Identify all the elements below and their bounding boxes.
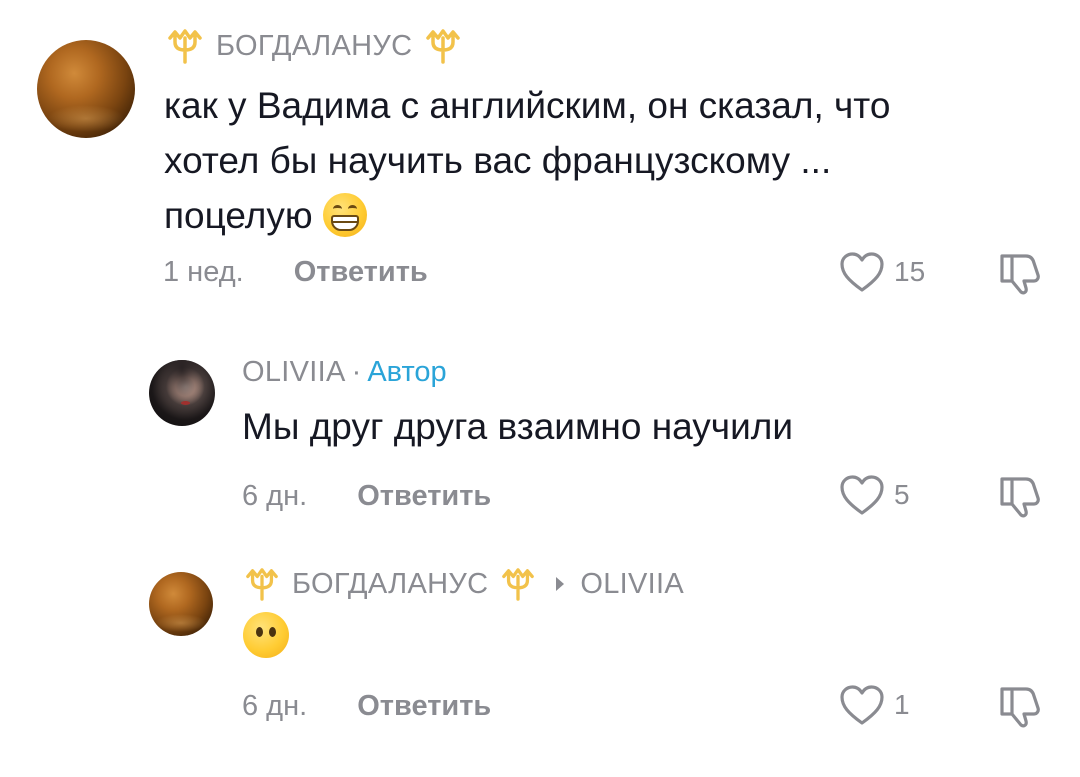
reply-item: OLIVIIA · Автор Мы друг друга взаимно на… bbox=[0, 330, 1080, 550]
trident-icon bbox=[500, 567, 536, 601]
comment-text-line: поцелую bbox=[164, 188, 1044, 243]
reply-button[interactable]: Ответить bbox=[357, 480, 491, 512]
reply-item: БОГДАЛАНУС OLIVIIA 6 дн. Ответить 1 bbox=[0, 550, 1080, 777]
heart-icon bbox=[838, 250, 886, 294]
comment-text-line: Мы друг друга взаимно научили bbox=[242, 406, 793, 447]
reply-button[interactable]: Ответить bbox=[357, 690, 491, 722]
trident-icon bbox=[166, 28, 204, 64]
trident-icon bbox=[244, 567, 280, 601]
reply-to-name[interactable]: OLIVIIA bbox=[580, 568, 684, 601]
comment-text-line: хотел бы научить вас французскому ... bbox=[164, 140, 832, 181]
avatar[interactable] bbox=[37, 40, 135, 138]
like-count: 1 bbox=[894, 689, 910, 720]
dislike-button[interactable] bbox=[996, 473, 1044, 519]
comment-text-fragment: поцелую bbox=[164, 195, 313, 236]
comment-author-name[interactable]: БОГДАЛАНУС bbox=[216, 30, 412, 63]
heart-icon bbox=[838, 473, 886, 517]
like-button[interactable]: 5 bbox=[838, 473, 910, 517]
thumbs-down-icon bbox=[996, 683, 1044, 729]
comment-author-row: БОГДАЛАНУС OLIVIIA bbox=[244, 564, 684, 604]
avatar[interactable] bbox=[149, 360, 215, 426]
avatar[interactable] bbox=[149, 572, 213, 636]
comment-author-name[interactable]: OLIVIIA bbox=[242, 356, 346, 389]
thumbs-down-icon bbox=[996, 473, 1044, 519]
dislike-button[interactable] bbox=[996, 683, 1044, 729]
heart-icon bbox=[838, 683, 886, 727]
reply-button[interactable]: Ответить bbox=[294, 256, 428, 288]
separator-dot: · bbox=[351, 355, 362, 388]
comment-text: как у Вадима с английским, он сказал, чт… bbox=[164, 78, 1044, 243]
comment-text-line: как у Вадима с английским, он сказал, чт… bbox=[164, 85, 891, 126]
comment-time: 1 нед. bbox=[163, 256, 244, 288]
comment-time: 6 дн. bbox=[242, 690, 308, 722]
thumbs-down-icon bbox=[996, 250, 1044, 296]
like-button[interactable]: 15 bbox=[838, 250, 925, 294]
comment-text: Мы друг друга взаимно научили bbox=[242, 402, 793, 452]
comment-time: 6 дн. bbox=[242, 480, 308, 512]
comment-author-row: БОГДАЛАНУС bbox=[166, 26, 462, 66]
comment-text bbox=[243, 612, 289, 658]
trident-icon bbox=[424, 28, 462, 64]
comment-meta: 6 дн. Ответить bbox=[242, 690, 491, 723]
dislike-button[interactable] bbox=[996, 250, 1044, 296]
comment-meta: 6 дн. Ответить bbox=[242, 480, 491, 513]
author-badge: Автор bbox=[367, 355, 447, 388]
comment-author-row: OLIVIIA · Автор bbox=[242, 352, 447, 392]
like-button[interactable]: 1 bbox=[838, 683, 910, 727]
comment-author-name[interactable]: БОГДАЛАНУС bbox=[292, 568, 488, 601]
reply-to-arrow-icon bbox=[556, 577, 565, 591]
grinning-face-icon bbox=[322, 193, 367, 238]
comment-meta: 1 нед. Ответить bbox=[163, 256, 428, 289]
face-without-mouth-icon bbox=[243, 612, 289, 658]
comment-item: БОГДАЛАНУС как у Вадима с английским, он… bbox=[0, 0, 1080, 330]
like-count: 5 bbox=[894, 479, 910, 510]
like-count: 15 bbox=[894, 256, 926, 287]
